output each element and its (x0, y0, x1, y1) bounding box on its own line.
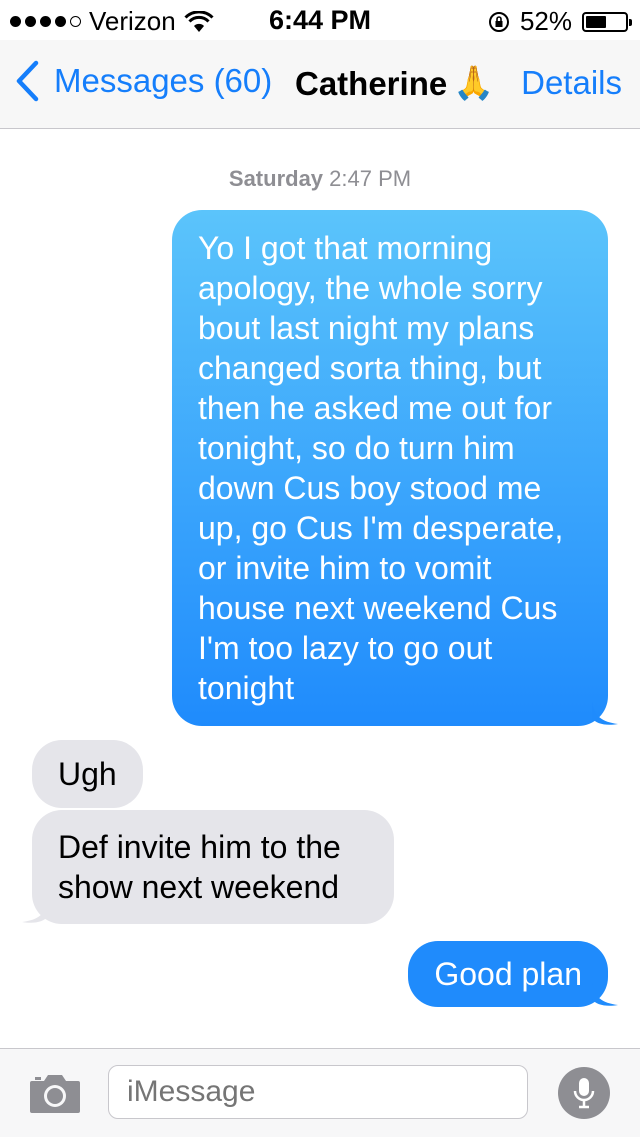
back-button[interactable]: Messages (60) (14, 60, 272, 102)
contact-title[interactable]: Catherine 🙏 (295, 64, 494, 103)
compose-bar (0, 1048, 640, 1137)
battery-icon (582, 11, 632, 32)
thread-timestamp: Saturday 2:47 PM (0, 166, 640, 192)
microphone-button[interactable] (558, 1067, 610, 1119)
battery-percent: 52% (519, 6, 572, 36)
nav-bar: Messages (60) Catherine 🙏 Details (0, 40, 640, 129)
bubble-tail (22, 900, 48, 923)
bubble-tail (592, 702, 618, 725)
message-bubble-outgoing[interactable]: Good plan (408, 941, 618, 1007)
message-text: Ugh (58, 756, 117, 792)
message-bubble-incoming[interactable]: Ugh (32, 740, 143, 808)
back-label: Messages (60) (54, 62, 273, 99)
message-input[interactable] (108, 1065, 528, 1119)
camera-icon[interactable] (28, 1071, 82, 1115)
battery-group: 52% (488, 6, 632, 37)
message-text: Good plan (434, 956, 582, 992)
bubble-tail (592, 983, 618, 1006)
message-text: Yo I got that morning apology, the whole… (198, 230, 564, 706)
timestamp-time: 2:47 PM (329, 166, 412, 191)
chevron-left-icon (16, 60, 39, 102)
status-bar: Verizon 6:44 PM 52% (0, 0, 640, 40)
timestamp-day: Saturday (228, 166, 324, 191)
praying-hands-emoji: 🙏 (453, 64, 495, 101)
rotation-lock-icon (488, 11, 509, 32)
message-bubble-outgoing[interactable]: Yo I got that morning apology, the whole… (172, 210, 618, 726)
details-button[interactable]: Details (521, 64, 622, 102)
contact-name: Catherine (295, 64, 448, 102)
message-bubble-incoming[interactable]: Def invite him to the show next weekend (22, 810, 394, 924)
message-text: Def invite him to the show next weekend (58, 829, 341, 905)
microphone-icon (573, 1078, 595, 1109)
